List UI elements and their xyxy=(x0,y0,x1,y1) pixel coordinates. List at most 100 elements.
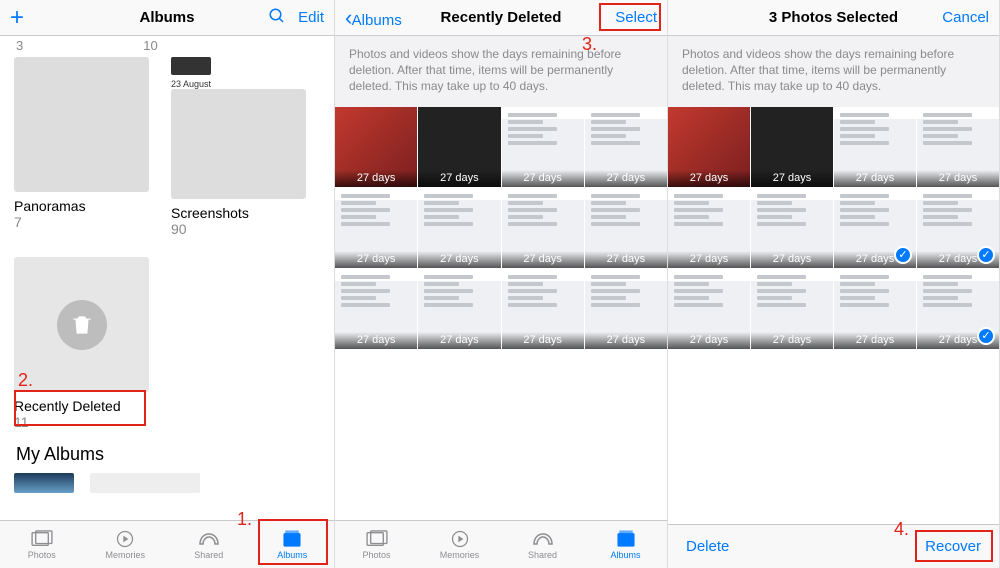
days-remaining: 27 days xyxy=(418,332,500,349)
navbar-title: Recently Deleted xyxy=(415,9,587,26)
photo-cell[interactable]: 27 days xyxy=(502,107,584,187)
tab-memories[interactable]: Memories xyxy=(84,521,168,568)
deleted-photo-grid: 27 days 27 days 27 days 27 days 27 days … xyxy=(668,107,999,349)
tab-albums[interactable]: Albums xyxy=(584,521,667,568)
shared-icon xyxy=(197,529,221,549)
tab-label: Memories xyxy=(440,550,480,560)
photo-cell[interactable]: 27 days✓ xyxy=(834,188,916,268)
photo-cell[interactable]: 27 days xyxy=(917,107,999,187)
album-screenshots[interactable]: 23 August Screenshots 90 xyxy=(171,57,306,237)
check-icon: ✓ xyxy=(977,246,995,264)
days-remaining: 27 days xyxy=(834,170,916,187)
select-button[interactable]: Select xyxy=(615,9,657,26)
tab-label: Photos xyxy=(28,550,56,560)
days-remaining: 27 days xyxy=(917,170,999,187)
photo-cell[interactable]: 27 days xyxy=(834,269,916,349)
deleted-grid-wrap: 27 days 27 days 27 days 27 days 27 days … xyxy=(335,107,667,520)
album-count: 11 xyxy=(14,414,149,430)
album-thumbnail[interactable] xyxy=(90,473,200,493)
cancel-button[interactable]: Cancel xyxy=(942,9,989,26)
days-remaining: 27 days xyxy=(668,170,750,187)
trash-icon xyxy=(57,300,107,350)
tab-label: Shared xyxy=(194,550,223,560)
shared-icon xyxy=(531,529,555,549)
photo-cell[interactable]: 27 days xyxy=(585,107,667,187)
photo-cell[interactable]: 27 days✓ xyxy=(917,269,999,349)
photo-cell[interactable]: 27 days xyxy=(668,269,750,349)
days-remaining: 27 days xyxy=(335,332,417,349)
photos-icon xyxy=(365,529,389,549)
photo-cell[interactable]: 27 days xyxy=(418,269,500,349)
album-count: 3 xyxy=(16,38,23,53)
tab-photos[interactable]: Photos xyxy=(0,521,84,568)
tab-shared[interactable]: Shared xyxy=(501,521,584,568)
days-remaining: 27 days xyxy=(668,332,750,349)
album-date-label: 23 August xyxy=(171,79,211,89)
photo-cell[interactable]: 27 days xyxy=(335,188,417,268)
photo-cell[interactable]: 27 days xyxy=(834,107,916,187)
search-icon[interactable] xyxy=(268,7,286,28)
days-remaining: 27 days xyxy=(834,332,916,349)
tab-label: Shared xyxy=(528,550,557,560)
navbar-deleted: ‹ Albums Recently Deleted Select xyxy=(335,0,667,36)
action-bar: Delete Recover xyxy=(668,524,999,568)
back-button[interactable]: ‹ Albums xyxy=(345,7,402,29)
album-title: Panoramas xyxy=(14,198,149,214)
screen-selection: 3 Photos Selected Cancel Photos and vide… xyxy=(668,0,1000,568)
delete-button[interactable]: Delete xyxy=(686,538,729,555)
navbar-albums: + Albums Edit xyxy=(0,0,334,36)
album-thumbnail xyxy=(14,257,149,392)
album-thumbnail-stack xyxy=(171,57,211,75)
days-remaining: 27 days xyxy=(668,251,750,268)
tab-albums[interactable]: Albums xyxy=(251,521,335,568)
photo-cell[interactable]: 27 days xyxy=(418,188,500,268)
photo-cell[interactable]: 27 days xyxy=(335,107,417,187)
check-icon: ✓ xyxy=(977,327,995,345)
days-remaining: 27 days xyxy=(418,170,500,187)
photo-cell[interactable]: 27 days xyxy=(585,188,667,268)
back-label: Albums xyxy=(352,12,402,29)
tab-shared[interactable]: Shared xyxy=(167,521,251,568)
photo-cell[interactable]: 27 days xyxy=(418,107,500,187)
photo-cell[interactable]: 27 days xyxy=(335,269,417,349)
photo-cell[interactable]: 27 days xyxy=(668,107,750,187)
deleted-photo-grid: 27 days 27 days 27 days 27 days 27 days … xyxy=(335,107,667,349)
album-title: Screenshots xyxy=(171,205,306,221)
photo-cell[interactable]: 27 days xyxy=(502,269,584,349)
days-remaining: 27 days xyxy=(585,332,667,349)
albums-content: 3 10 Panoramas 7 23 August S xyxy=(0,36,334,520)
days-remaining: 27 days xyxy=(418,251,500,268)
days-remaining: 27 days xyxy=(751,332,833,349)
photo-cell[interactable]: 27 days xyxy=(751,188,833,268)
album-recently-deleted[interactable]: Recently Deleted 11 xyxy=(14,257,149,430)
days-remaining: 27 days xyxy=(585,170,667,187)
tab-label: Albums xyxy=(277,550,307,560)
days-remaining: 27 days xyxy=(585,251,667,268)
screen-albums: + Albums Edit 3 10 Panoramas 7 23 Au xyxy=(0,0,335,568)
tab-photos[interactable]: Photos xyxy=(335,521,418,568)
tab-memories[interactable]: Memories xyxy=(418,521,501,568)
photo-cell[interactable]: 27 days xyxy=(502,188,584,268)
days-remaining: 27 days xyxy=(335,251,417,268)
recover-button[interactable]: Recover xyxy=(925,538,981,555)
tab-bar: Photos Memories Shared Albums xyxy=(335,520,667,568)
photo-cell[interactable]: 27 days xyxy=(751,107,833,187)
photo-cell[interactable]: 27 days xyxy=(668,188,750,268)
album-title: Recently Deleted xyxy=(14,398,149,414)
edit-button[interactable]: Edit xyxy=(298,9,324,26)
album-panoramas[interactable]: Panoramas 7 xyxy=(14,57,149,237)
album-thumbnail xyxy=(171,89,306,199)
tab-label: Photos xyxy=(362,550,390,560)
photo-cell[interactable]: 27 days xyxy=(585,269,667,349)
photo-cell[interactable]: 27 days xyxy=(751,269,833,349)
photo-cell[interactable]: 27 days✓ xyxy=(917,188,999,268)
memories-icon xyxy=(113,529,137,549)
album-count: 90 xyxy=(171,221,306,237)
album-count: 10 xyxy=(143,38,157,53)
album-thumbnail xyxy=(14,57,149,192)
photos-icon xyxy=(30,529,54,549)
add-icon[interactable]: + xyxy=(10,4,24,32)
album-thumbnail[interactable] xyxy=(14,473,74,493)
days-remaining: 27 days xyxy=(751,251,833,268)
check-icon: ✓ xyxy=(894,246,912,264)
